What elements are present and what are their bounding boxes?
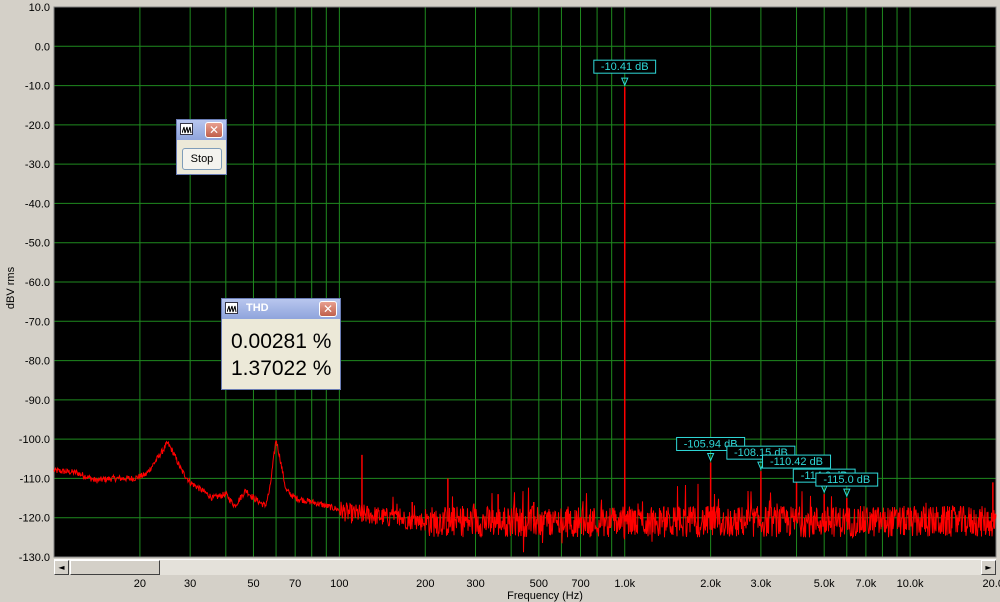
y-tick-label: -110.0 [20,473,50,485]
x-tick-label: 20.0k [983,578,1000,590]
thd-window: THD ✕ 0.00281 % 1.37022 % [221,298,341,390]
x-tick-label: 1.0k [614,578,635,590]
x-tick-label: 200 [416,578,434,590]
y-tick-label: -20.0 [25,120,50,132]
x-tick-label: 7.0k [855,578,876,590]
x-tick-label: 100 [330,578,348,590]
scroll-left-button[interactable]: ◄ [54,560,69,575]
y-tick-label: -10.0 [25,81,50,93]
close-icon[interactable]: ✕ [205,122,223,138]
y-tick-label: -120.0 [19,513,50,525]
marker-label: -110.42 dB [770,456,823,468]
x-tick-label: 5.0k [814,578,835,590]
y-axis-label: dBV rms [5,266,17,309]
close-icon[interactable]: ✕ [319,301,337,317]
marker-label: -115.0 dB [823,474,870,486]
analyzer-window: -10.41 dB -105.94 dB -108.15 dB -110.42 dB -… [0,0,1000,602]
spectrum-chart: -10.41 dB-105.94 dB-108.15 dB-110.42 dB-… [5,2,1000,602]
scroll-right-button[interactable]: ► [981,560,996,575]
x-tick-label: 30 [184,578,196,590]
y-tick-label: -60.0 [25,277,50,289]
x-axis-label: Frequency (Hz) [507,590,583,602]
thd-percent-value: 0.00281 % [231,330,332,353]
scroll-right-icon: ► [985,563,992,572]
x-tick-label: 20 [134,578,146,590]
y-tick-label: -80.0 [25,356,50,368]
thd-window-title: THD [246,302,269,314]
horizontal-scrollbar[interactable]: ◄ ► [54,559,996,575]
x-tick-label: 700 [571,578,589,590]
x-tick-label: 70 [289,578,301,590]
waveform-icon [180,123,193,135]
y-tick-labels: 10.0 0.0 -10.0 -20.0 -30.0 -40.0 -50.0 -60.0 -70… [19,2,50,564]
thd-window-titlebar[interactable]: THD ✕ [222,299,340,319]
y-tick-label: -100.0 [19,434,50,446]
y-tick-label: -40.0 [25,198,50,210]
y-tick-label: -90.0 [25,395,50,407]
x-tick-labels: 20 30 50 70 100 200 300 500 700 1.0k 2.0k 3.0k 5.0k 7… [134,578,1000,590]
y-tick-label: 10.0 [29,2,50,14]
y-tick-label: -70.0 [25,316,50,328]
y-tick-label: -30.0 [25,159,50,171]
y-tick-label: 0.0 [35,41,50,53]
y-tick-label: -50.0 [25,238,50,250]
thd-noise-value: 1.37022 % [231,357,332,380]
marker-label: -10.41 dB [601,61,649,73]
x-tick-label: 300 [466,578,484,590]
stop-window-titlebar[interactable]: ✕ [177,120,226,140]
x-tick-label: 2.0k [700,578,721,590]
x-tick-label: 50 [247,578,259,590]
stop-window: ✕ Stop [176,119,227,175]
waveform-icon [225,302,238,314]
scroll-thumb[interactable] [70,560,160,575]
x-tick-label: 500 [530,578,548,590]
stop-button[interactable]: Stop [182,148,222,170]
x-tick-label: 10.0k [897,578,924,590]
scroll-left-icon: ◄ [58,563,65,572]
y-tick-label: -130.0 [19,552,50,564]
x-tick-label: 3.0k [750,578,771,590]
